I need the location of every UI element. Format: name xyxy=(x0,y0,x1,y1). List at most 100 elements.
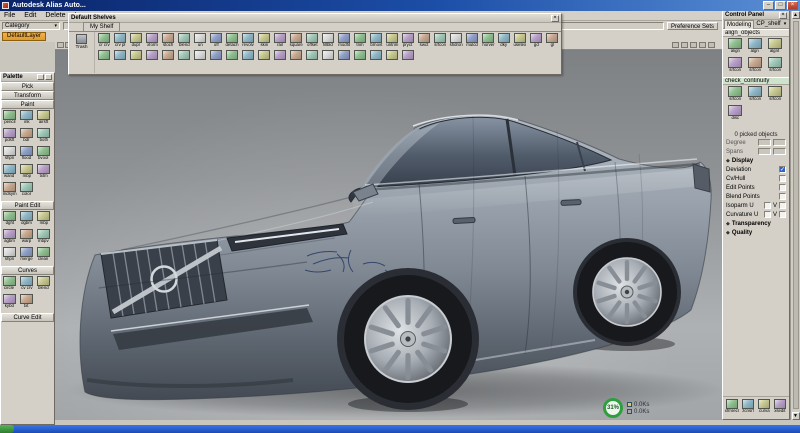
shelf-tool[interactable]: square xyxy=(288,33,304,50)
field-input[interactable] xyxy=(773,139,786,146)
shelf-tool[interactable]: offset xyxy=(304,33,320,50)
palette-tool[interactable]: mdsym xyxy=(1,182,18,199)
panel-tool[interactable]: srfcon xyxy=(725,57,745,75)
palette-collapse-icon[interactable] xyxy=(37,74,44,80)
viewport-shade-icon[interactable] xyxy=(672,42,679,48)
panel-tool[interactable]: algnt xyxy=(765,38,785,56)
shelf-tool[interactable]: modfit xyxy=(336,33,352,50)
palette-tool[interactable]: cv crv xyxy=(18,276,35,293)
shelf-tool[interactable] xyxy=(320,50,336,60)
tab-modeling[interactable]: Modeling xyxy=(724,20,754,29)
palette-tool[interactable]: color xyxy=(18,182,35,199)
shelf-tool[interactable]: dky xyxy=(496,33,512,50)
tab-my-shelf[interactable]: My Shelf xyxy=(83,22,120,31)
section-header[interactable]: Transparency xyxy=(723,219,789,228)
panel-tool[interactable]: disc xyxy=(725,105,745,123)
checkbox[interactable] xyxy=(764,202,771,209)
shelf-tool[interactable] xyxy=(144,50,160,60)
shelf-tool[interactable]: crv pl xyxy=(112,33,128,50)
scroll-up-icon[interactable]: ▲ xyxy=(792,11,800,19)
palette-tool[interactable]: wand xyxy=(1,164,18,181)
display-section-header[interactable]: Display xyxy=(723,156,789,165)
shelf-tool[interactable] xyxy=(112,50,128,60)
palette-section-paint-edit[interactable]: Paint Edit xyxy=(1,201,54,210)
shelf-tool[interactable]: mulcd xyxy=(464,33,480,50)
palette-tool[interactable]: mbpv xyxy=(35,229,52,246)
shelf-tool[interactable] xyxy=(224,50,240,60)
shelf-tool[interactable] xyxy=(160,50,176,60)
shelf-tool[interactable]: fillbld xyxy=(320,33,336,50)
palette-section-paint[interactable]: Paint xyxy=(1,100,54,109)
viewport-canvas[interactable]: 31% 0.0Ks 0.0Ks xyxy=(55,50,722,420)
menu-item[interactable]: Edit xyxy=(24,12,36,19)
shelf-tool[interactable] xyxy=(128,50,144,60)
trash-tool[interactable]: Trash xyxy=(69,32,95,73)
shelf-tool[interactable] xyxy=(208,50,224,60)
viewport-maximize-icon[interactable] xyxy=(708,42,715,48)
palette-tool[interactable]: bvool xyxy=(35,146,52,163)
menu-item[interactable]: Delete xyxy=(45,12,65,19)
maximize-button[interactable]: □ xyxy=(775,1,786,10)
panel-tool[interactable]: zcnsrf xyxy=(740,399,756,416)
shelf-tool[interactable]: dupl xyxy=(128,33,144,50)
close-button[interactable]: × xyxy=(787,1,798,10)
field-input[interactable] xyxy=(758,148,771,155)
palette-tool[interactable]: shpn xyxy=(1,146,18,163)
section-header[interactable]: Quality xyxy=(723,228,789,237)
palette-tool[interactable]: pencil xyxy=(1,110,18,127)
palette-tool[interactable]: blend xyxy=(35,276,52,293)
scroll-down-icon[interactable]: ▼ xyxy=(792,412,800,420)
close-icon[interactable] xyxy=(779,12,787,19)
shelf-tool[interactable] xyxy=(256,50,272,60)
palette-tool[interactable]: airsft xyxy=(35,110,52,127)
palette-tool[interactable]: agbm xyxy=(1,229,18,246)
shelf-tool[interactable]: gl xyxy=(544,33,560,50)
palette-tool[interactable]: bdr xyxy=(18,128,35,145)
palette-tool[interactable]: dgbm xyxy=(18,211,35,228)
palette-tool[interactable]: txtm xyxy=(35,164,52,181)
panel-tool[interactable]: xsedit xyxy=(772,399,788,416)
checkbox[interactable] xyxy=(779,184,786,191)
palette-tool[interactable]: circle xyxy=(1,276,18,293)
panel-tool[interactable]: srfcon xyxy=(745,86,765,104)
car-model[interactable] xyxy=(55,50,722,420)
menu-item[interactable]: File xyxy=(4,12,15,19)
shelf-tool[interactable]: swct xyxy=(416,33,432,50)
palette-tool[interactable]: txt xyxy=(18,294,35,311)
shelf-tool[interactable]: off xyxy=(208,33,224,50)
palette-section-curve-edit[interactable]: Curve Edit xyxy=(1,313,54,322)
default-layer-button[interactable]: DefaultLayer xyxy=(2,32,46,41)
palette-tool[interactable]: clean xyxy=(35,247,52,264)
palette-section-curves[interactable]: Curves xyxy=(1,266,54,275)
chevron-down-icon[interactable]: ▾ xyxy=(784,21,787,27)
shelf-tool[interactable]: gd xyxy=(528,33,544,50)
checkbox[interactable] xyxy=(779,193,786,200)
checkbox[interactable] xyxy=(779,175,786,182)
shelf-tool[interactable] xyxy=(352,50,368,60)
palette-tool[interactable]: ink xyxy=(18,110,35,127)
viewport-grid-icon[interactable] xyxy=(690,42,697,48)
shelf-tool[interactable] xyxy=(384,50,400,60)
viewport-zoom-icon[interactable] xyxy=(699,42,706,48)
palette-tool[interactable]: mbp xyxy=(18,164,35,181)
palette-section-transform[interactable]: Transform xyxy=(1,91,54,100)
shelf-tool[interactable] xyxy=(304,50,320,60)
panel-tool[interactable]: xfmrecr xyxy=(724,399,740,416)
shelf-tool[interactable] xyxy=(96,50,112,60)
palette-tool[interactable]: pdsft xyxy=(1,128,18,145)
shelf-tool[interactable]: horver xyxy=(480,33,496,50)
shelf-tool[interactable]: untrim xyxy=(384,33,400,50)
viewport-menu-icon[interactable] xyxy=(57,42,64,48)
shelf-tool[interactable]: shdron xyxy=(448,33,464,50)
panel-tool[interactable]: align xyxy=(725,38,745,56)
palette-tool[interactable]: both xyxy=(35,128,52,145)
shelf-tool[interactable]: trim xyxy=(352,33,368,50)
field-input[interactable] xyxy=(758,139,771,146)
shelf-tool[interactable] xyxy=(368,50,384,60)
palette-section-pick[interactable]: Pick xyxy=(1,82,54,91)
shelf-tool[interactable]: blend xyxy=(176,33,192,50)
shelf-tool[interactable]: xform xyxy=(144,33,160,50)
palette-close-icon[interactable] xyxy=(45,74,52,80)
shelf-tool[interactable] xyxy=(176,50,192,60)
field-input[interactable] xyxy=(773,148,786,155)
